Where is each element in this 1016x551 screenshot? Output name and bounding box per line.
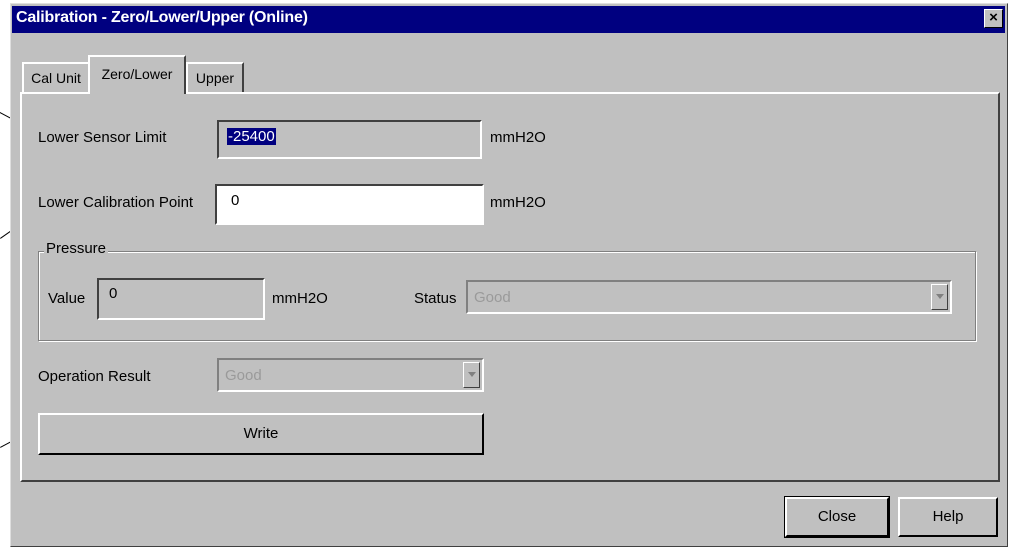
close-window-button[interactable]: × [984,9,1003,28]
lower-sensor-limit-field: -25400 [217,120,482,159]
write-button[interactable]: Write [38,413,484,455]
lower-sensor-limit-value: -25400 [227,128,276,145]
lower-sensor-limit-label: Lower Sensor Limit [38,129,167,146]
lower-calibration-point-label: Lower Calibration Point [38,194,194,211]
close-icon: × [989,9,998,26]
tab-zero-lower[interactable]: Zero/Lower [88,55,186,94]
tab-upper[interactable]: Upper [186,62,244,92]
lower-calibration-point-input[interactable]: 0 [215,184,484,225]
chevron-down-icon [468,372,476,377]
lower-sensor-limit-unit: mmH2O [490,129,546,146]
pressure-status-label: Status [414,290,457,307]
help-button[interactable]: Help [898,497,998,537]
window-title: Calibration - Zero/Lower/Upper (Online) [16,9,308,26]
pressure-status-select[interactable]: Good [466,280,952,314]
close-button[interactable]: Close [785,497,889,537]
pressure-value-field: 0 [97,278,265,320]
lower-calibration-point-unit: mmH2O [490,194,546,211]
pressure-value: 0 [109,285,118,302]
pressure-status-dropdown-button[interactable] [931,284,948,310]
chevron-down-icon [936,294,944,299]
pressure-value-label: Value [48,290,86,307]
operation-result-select[interactable]: Good [217,358,484,392]
tab-cal-unit[interactable]: Cal Unit [22,62,90,92]
operation-result-dropdown-button[interactable] [463,362,480,388]
operation-result-label: Operation Result [38,368,151,385]
pressure-value-unit: mmH2O [272,290,328,307]
pressure-group-title: Pressure [44,240,109,257]
